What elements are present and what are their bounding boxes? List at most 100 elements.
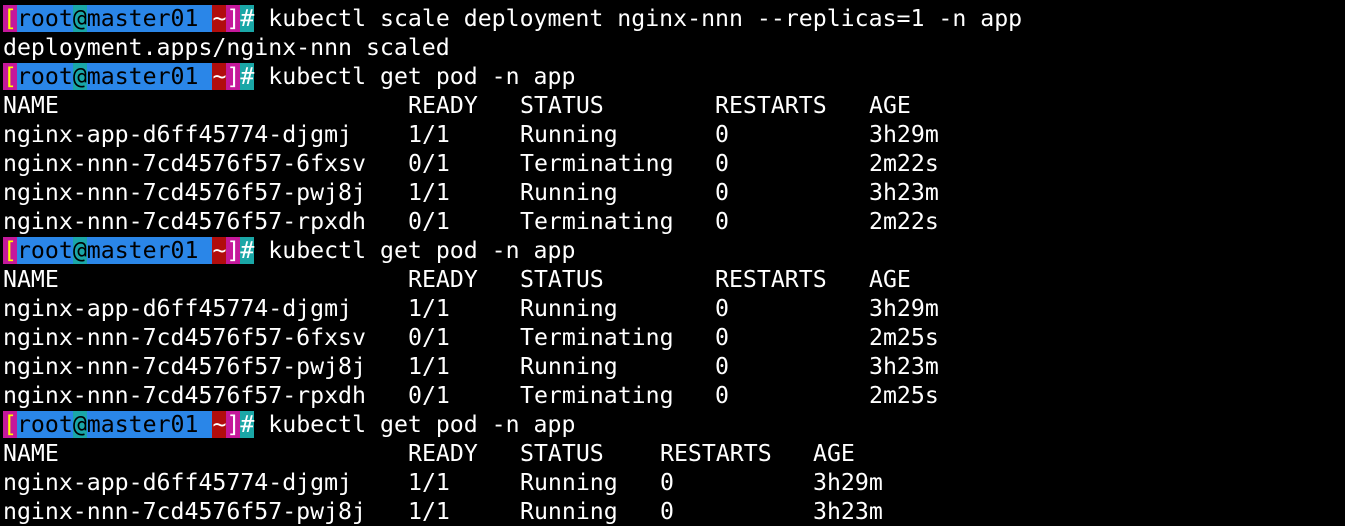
prompt-dir: ~: [212, 411, 227, 438]
prompt-user: root: [16, 411, 73, 438]
table-row: nginx-nnn-7cd4576f57-6fxsv 0/1 Terminating…: [0, 323, 1345, 352]
cell-ready: 1/1: [408, 179, 450, 206]
shell-prompt: [root@master01 ~]#: [3, 4, 255, 33]
cell-restarts: 0: [660, 469, 674, 496]
cell-restarts: 0: [715, 382, 729, 409]
cell-restarts: 0: [715, 295, 729, 322]
cell-ready: 0/1: [408, 150, 450, 177]
prompt-at: @: [72, 63, 87, 90]
prompt-at: @: [72, 237, 87, 264]
prompt-open-bracket: [: [3, 63, 17, 90]
cell-status: Running: [520, 295, 618, 322]
shell-prompt: [root@master01 ~]#: [3, 236, 255, 265]
cell-ready: 1/1: [408, 353, 450, 380]
cell-name: nginx-nnn-7cd4576f57-rpxdh: [3, 382, 366, 409]
prompt-close-bracket: ]: [226, 63, 241, 90]
shell-prompt: [root@master01 ~]#: [3, 410, 255, 439]
prompt-dir: ~: [212, 5, 227, 32]
prompt-host: master01: [86, 63, 199, 90]
cell-status: STATUS: [520, 92, 604, 119]
cell-restarts: 0: [715, 324, 729, 351]
cell-ready: 0/1: [408, 382, 450, 409]
cell-ready: 1/1: [408, 498, 450, 525]
cell-status: STATUS: [520, 440, 604, 467]
prompt-dir: ~: [212, 63, 227, 90]
prompt-space: [198, 237, 213, 264]
prompt-line: [root@master01 ~]# kubectl get pod -n ap…: [0, 62, 1345, 91]
cell-age: 2m22s: [869, 150, 939, 177]
prompt-open-bracket: [: [3, 411, 17, 438]
cell-name: nginx-nnn-7cd4576f57-pwj8j: [3, 498, 366, 525]
prompt-hash: #: [240, 411, 255, 438]
cell-age: AGE: [869, 92, 911, 119]
cell-name: NAME: [3, 440, 59, 467]
cell-age: AGE: [869, 266, 911, 293]
prompt-host: master01: [86, 411, 199, 438]
cell-status: Running: [520, 498, 618, 525]
prompt-user: root: [16, 5, 73, 32]
command-text: kubectl get pod -n app: [254, 411, 576, 438]
prompt-at: @: [72, 5, 87, 32]
table-row: nginx-nnn-7cd4576f57-pwj8j 1/1 Running 0 3h2…: [0, 497, 1345, 526]
prompt-close-bracket: ]: [226, 411, 241, 438]
cell-restarts: 0: [715, 150, 729, 177]
cell-name: NAME: [3, 92, 59, 119]
prompt-host: master01: [86, 237, 199, 264]
table-header: NAME READY STATUS RESTARTS AGE: [0, 91, 1345, 120]
prompt-line: [root@master01 ~]# kubectl scale deploym…: [0, 4, 1345, 33]
cell-restarts: 0: [660, 498, 674, 525]
command-output: deployment.apps/nginx-nnn scaled: [3, 34, 450, 61]
cell-name: nginx-nnn-7cd4576f57-pwj8j: [3, 353, 366, 380]
prompt-host: master01: [86, 5, 199, 32]
cell-ready: READY: [408, 266, 478, 293]
table-header: NAME READY STATUS RESTARTS AGE: [0, 265, 1345, 294]
cell-name: nginx-app-d6ff45774-djgmj: [3, 469, 353, 496]
prompt-hash: #: [240, 63, 255, 90]
cell-ready: 1/1: [408, 469, 450, 496]
prompt-line: [root@master01 ~]# kubectl get pod -n ap…: [0, 410, 1345, 439]
prompt-close-bracket: ]: [226, 5, 241, 32]
cell-name: nginx-nnn-7cd4576f57-pwj8j: [3, 179, 366, 206]
cell-restarts: RESTARTS: [715, 266, 827, 293]
cell-name: nginx-app-d6ff45774-djgmj: [3, 295, 353, 322]
cell-name: NAME: [3, 266, 59, 293]
table-header: NAME READY STATUS RESTARTS AGE: [0, 439, 1345, 468]
cell-restarts: 0: [715, 179, 729, 206]
prompt-user: root: [16, 63, 73, 90]
shell-prompt: [root@master01 ~]#: [3, 62, 255, 91]
cell-restarts: 0: [715, 208, 729, 235]
cell-status: Running: [520, 179, 618, 206]
prompt-hash: #: [240, 237, 255, 264]
table-row: nginx-app-d6ff45774-djgmj 1/1 Running 0 3h29…: [0, 468, 1345, 497]
cell-name: nginx-nnn-7cd4576f57-6fxsv: [3, 150, 366, 177]
command-text: kubectl get pod -n app: [254, 63, 576, 90]
cell-name: nginx-nnn-7cd4576f57-rpxdh: [3, 208, 366, 235]
cell-status: Running: [520, 121, 618, 148]
cell-status: Terminating: [520, 150, 674, 177]
cell-status: STATUS: [520, 266, 604, 293]
cell-status: Running: [520, 469, 618, 496]
cell-age: AGE: [813, 440, 855, 467]
prompt-at: @: [72, 411, 87, 438]
cell-restarts: 0: [715, 121, 729, 148]
prompt-user: root: [16, 237, 73, 264]
cell-age: 2m25s: [869, 324, 939, 351]
table-row: nginx-nnn-7cd4576f57-rpxdh 0/1 Terminating…: [0, 381, 1345, 410]
cell-age: 3h29m: [869, 121, 939, 148]
cell-status: Terminating: [520, 382, 674, 409]
terminal-window[interactable]: [root@master01 ~]# kubectl scale deploym…: [0, 0, 1345, 525]
cell-ready: 0/1: [408, 324, 450, 351]
cell-restarts: 0: [715, 353, 729, 380]
cell-ready: 0/1: [408, 208, 450, 235]
prompt-space: [198, 63, 213, 90]
prompt-line: [root@master01 ~]# kubectl get pod -n ap…: [0, 236, 1345, 265]
table-row: nginx-nnn-7cd4576f57-rpxdh 0/1 Terminating…: [0, 207, 1345, 236]
cell-age: 3h29m: [813, 469, 883, 496]
cell-status: Terminating: [520, 208, 674, 235]
cell-status: Running: [520, 353, 618, 380]
prompt-open-bracket: [: [3, 5, 17, 32]
cell-restarts: RESTARTS: [660, 440, 772, 467]
cell-age: 3h23m: [869, 353, 939, 380]
cell-age: 2m22s: [869, 208, 939, 235]
table-row: nginx-nnn-7cd4576f57-pwj8j 1/1 Running 0 3h2…: [0, 178, 1345, 207]
